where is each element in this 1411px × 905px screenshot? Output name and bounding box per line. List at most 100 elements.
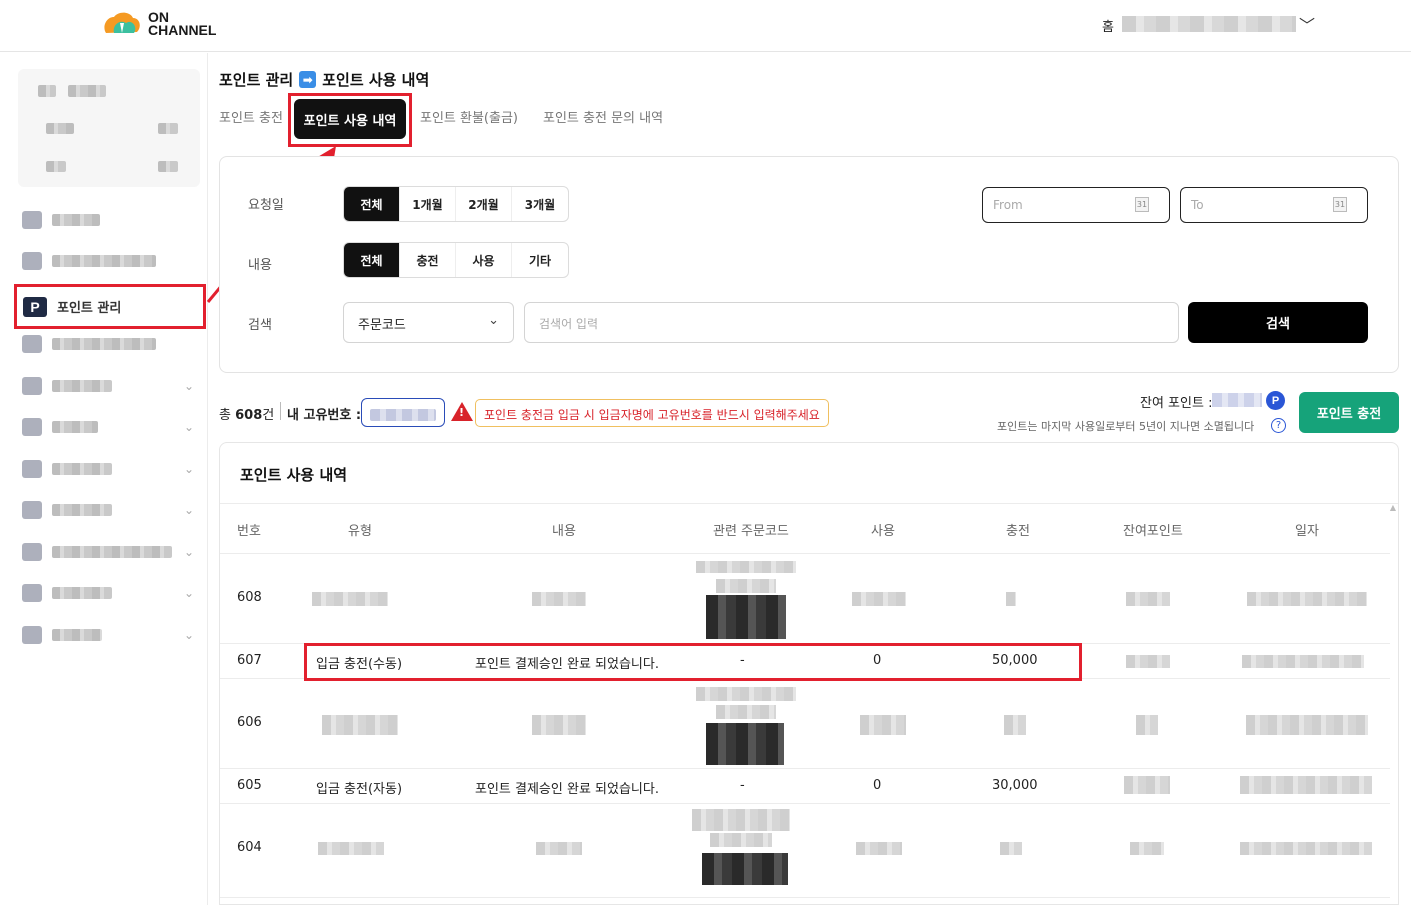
redacted-cell xyxy=(696,687,796,701)
sidebar-item-label: 포인트 관리 xyxy=(57,301,122,316)
sidebar-item-redacted[interactable] xyxy=(22,208,100,232)
search-input[interactable]: 검색어 입력 xyxy=(524,302,1179,343)
my-id-label: 내 고유번호 : xyxy=(287,408,362,423)
warning-icon-mark: ! xyxy=(459,406,465,419)
divider xyxy=(220,553,1390,554)
sidebar-summary-card-redacted xyxy=(18,69,200,187)
divider xyxy=(280,402,281,420)
on-channel-logo[interactable]: ON CHANNEL xyxy=(100,9,216,39)
chevron-down-icon: ⌄ xyxy=(488,313,499,328)
redacted-cell xyxy=(1124,776,1170,794)
redacted-cell xyxy=(536,842,582,855)
scroll-up-icon[interactable]: ▲ xyxy=(1390,503,1396,512)
sidebar-item-redacted[interactable] xyxy=(22,332,156,356)
warning-note: 포인트 충전금 입금 시 입금자명에 고유번호를 반드시 입력해주세요 xyxy=(475,399,829,427)
content-charge-button[interactable]: 충전 xyxy=(400,243,456,277)
search-type-select[interactable]: 주문코드 ⌄ xyxy=(343,302,514,343)
home-link[interactable]: 홈 xyxy=(1102,16,1114,35)
column-header-remaining[interactable]: 잔여포인트 xyxy=(1123,520,1183,539)
breadcrumb-current: 포인트 사용 내역 xyxy=(322,71,430,89)
account-name-redacted[interactable] xyxy=(1122,16,1296,32)
point-charge-button[interactable]: 포인트 충전 xyxy=(1299,392,1399,433)
help-icon[interactable]: ? xyxy=(1271,418,1286,433)
period-3month-button[interactable]: 3개월 xyxy=(512,187,568,221)
row-order-code: - xyxy=(740,778,745,793)
redacted-cell xyxy=(532,592,586,606)
total-count: 총 608건 xyxy=(219,408,275,423)
breadcrumb-parent[interactable]: 포인트 관리 xyxy=(219,69,293,90)
chevron-down-icon: ⌄ xyxy=(184,628,195,642)
row-charge: 30,000 xyxy=(992,778,1038,793)
search-label: 검색 xyxy=(248,318,272,333)
sidebar-item-redacted[interactable]: ⌄ xyxy=(22,581,194,605)
sidebar-item-redacted[interactable]: ⌄ xyxy=(22,623,194,647)
logo-text: ON CHANNEL xyxy=(148,9,217,38)
redacted-cell xyxy=(1136,715,1158,735)
calendar-icon[interactable]: 31 xyxy=(1135,197,1149,212)
user-icon xyxy=(22,501,42,519)
period-1month-button[interactable]: 1개월 xyxy=(400,187,456,221)
sidebar-item-redacted[interactable]: ⌄ xyxy=(22,498,194,522)
column-header-content[interactable]: 내용 xyxy=(552,520,576,539)
tab-point-refund[interactable]: 포인트 환불(출금) xyxy=(420,107,518,126)
tab-point-usage-history[interactable]: 포인트 사용 내역 xyxy=(294,99,406,139)
search-button[interactable]: 검색 xyxy=(1188,302,1368,343)
redacted-cell xyxy=(318,842,384,855)
megaphone-icon xyxy=(22,418,42,436)
chevron-down-icon: ⌄ xyxy=(184,586,195,600)
row-use: 0 xyxy=(873,778,882,793)
redacted-cell xyxy=(860,715,906,735)
row-number: 605 xyxy=(237,778,262,793)
divider xyxy=(220,803,1390,804)
redacted-cell xyxy=(702,853,788,885)
user-icon xyxy=(22,460,42,478)
redacted-cell xyxy=(852,592,906,606)
column-header-number[interactable]: 번호 xyxy=(237,520,261,539)
column-header-charge[interactable]: 충전 xyxy=(1006,520,1030,539)
redacted-cell xyxy=(1130,842,1164,855)
redacted-cell xyxy=(322,715,398,735)
table-title: 포인트 사용 내역 xyxy=(240,466,348,484)
my-id-value-redacted xyxy=(361,398,445,427)
content-etc-button[interactable]: 기타 xyxy=(512,243,568,277)
column-header-use[interactable]: 사용 xyxy=(871,520,895,539)
receipt-icon xyxy=(22,543,42,561)
redacted-cell xyxy=(1247,592,1367,606)
parking-p-icon: P xyxy=(23,296,47,317)
period-2month-button[interactable]: 2개월 xyxy=(456,187,512,221)
content-all-button[interactable]: 전체 xyxy=(344,243,400,277)
sidebar-item-point-management[interactable]: P 포인트 관리 xyxy=(14,284,206,329)
point-p-icon: P xyxy=(1266,391,1285,410)
sidebar-item-redacted[interactable]: ⌄ xyxy=(22,540,194,564)
box-icon xyxy=(22,584,42,602)
calendar-icon[interactable]: 31 xyxy=(1333,197,1347,212)
chevron-down-icon: ⌄ xyxy=(184,462,195,476)
period-all-button[interactable]: 전체 xyxy=(344,187,400,221)
tab-point-charge[interactable]: 포인트 충전 xyxy=(219,107,283,126)
column-header-type[interactable]: 유형 xyxy=(348,520,372,539)
column-header-order-code[interactable]: 관련 주문코드 xyxy=(713,520,789,539)
sidebar-item-redacted[interactable]: ⌄ xyxy=(22,415,194,439)
column-header-date[interactable]: 일자 xyxy=(1295,520,1319,539)
content-use-button[interactable]: 사용 xyxy=(456,243,512,277)
breadcrumb: 포인트 관리 ➡ 포인트 사용 내역 xyxy=(219,69,429,90)
sidebar-item-redacted[interactable]: ⌄ xyxy=(22,374,194,398)
divider xyxy=(220,768,1390,769)
sidebar-item-redacted[interactable] xyxy=(22,249,156,273)
document-icon xyxy=(22,335,42,353)
sidebar: P 포인트 관리 ⌄ ⌄ ⌄ ⌄ ⌄ ⌄ ⌄ xyxy=(0,53,208,905)
date-from-input[interactable]: From 31 xyxy=(982,187,1170,223)
redacted-cell xyxy=(1240,776,1372,794)
sidebar-item-redacted[interactable]: ⌄ xyxy=(22,457,194,481)
redacted-cell xyxy=(1000,842,1022,855)
redacted-cell xyxy=(1006,592,1016,606)
redacted-cell xyxy=(1246,715,1368,735)
divider xyxy=(220,503,1398,504)
chevron-down-icon[interactable]: ﹀ xyxy=(1299,12,1315,36)
redacted-cell xyxy=(1004,715,1026,735)
date-to-input[interactable]: To 31 xyxy=(1180,187,1368,223)
redacted-cell xyxy=(716,705,776,719)
period-segmented-control: 전체 1개월 2개월 3개월 xyxy=(343,186,569,222)
row-number: 606 xyxy=(237,715,262,730)
tab-point-charge-inquiry[interactable]: 포인트 충전 문의 내역 xyxy=(543,107,663,126)
